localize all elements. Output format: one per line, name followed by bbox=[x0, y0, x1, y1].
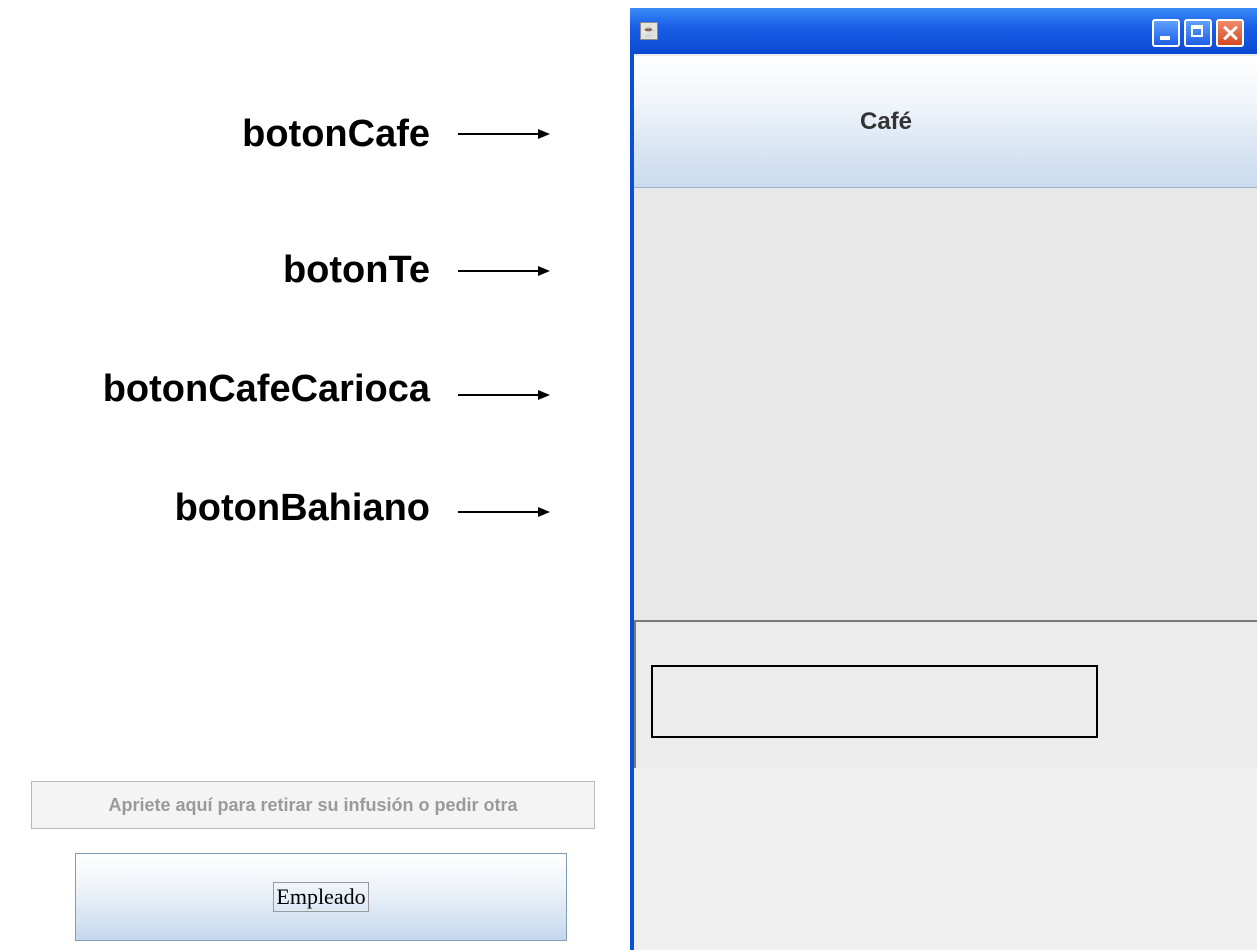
output-field[interactable] bbox=[651, 665, 1098, 738]
retirar-button-label: Apriete aquí para retirar su infusión o … bbox=[108, 794, 518, 815]
title-bar[interactable]: ☕ bbox=[630, 8, 1257, 54]
annotation-boton-cafe-carioca: botonCafeCarioca bbox=[102, 368, 430, 410]
minimize-icon[interactable] bbox=[1152, 19, 1180, 47]
arrow-icon bbox=[458, 507, 550, 517]
drinks-panel bbox=[634, 188, 1257, 620]
cafe-button-label: Café bbox=[859, 107, 913, 135]
arrow-icon bbox=[458, 129, 550, 139]
output-panel bbox=[634, 620, 1257, 770]
retirar-button[interactable]: Apriete aquí para retirar su infusión o … bbox=[31, 781, 595, 829]
lower-panel bbox=[634, 768, 1257, 950]
empleado-button[interactable]: Empleado bbox=[75, 853, 567, 941]
empleado-button-label: Empleado bbox=[273, 882, 369, 912]
annotation-boton-te: botonTe bbox=[282, 249, 430, 291]
annotation-boton-cafe: botonCafe bbox=[242, 113, 430, 155]
arrow-icon bbox=[458, 266, 550, 276]
close-icon[interactable] bbox=[1216, 19, 1244, 47]
maximize-icon[interactable] bbox=[1184, 19, 1212, 47]
annotation-boton-bahiano: botonBahiano bbox=[174, 487, 430, 529]
app-window: ☕ Café bbox=[630, 8, 1257, 950]
java-coffee-cup-icon[interactable]: ☕ bbox=[640, 22, 658, 40]
cafe-button[interactable]: Café bbox=[634, 56, 1257, 188]
arrow-icon bbox=[458, 390, 550, 400]
